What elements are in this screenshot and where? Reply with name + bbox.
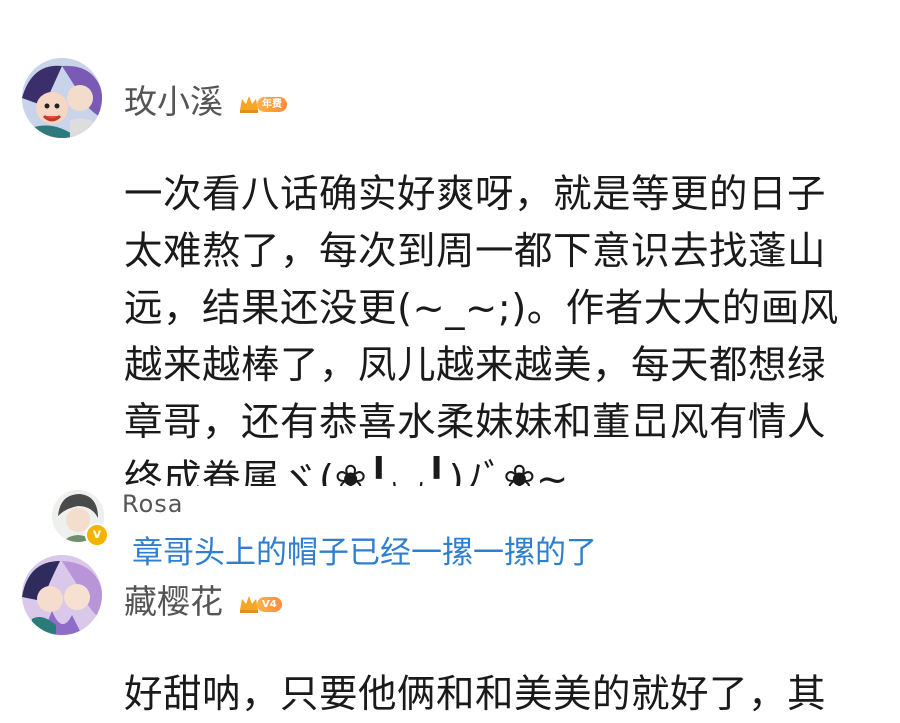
user-avatar[interactable] (22, 58, 102, 138)
reply-username[interactable]: Rosa (122, 490, 184, 518)
comment-body: 好甜呐，只要他俩和和美美的就好了，其 (124, 672, 827, 717)
level-badge: V4 (238, 594, 282, 614)
reply-text-link[interactable]: 章哥头上的帽子已经一摞一摞的了 (132, 527, 597, 572)
anime-couple-avatar-icon (22, 555, 102, 635)
badge-label: V4 (257, 596, 282, 612)
verified-badge: v (85, 523, 109, 547)
comment-username[interactable]: 藏樱花 (124, 582, 223, 622)
comment-username[interactable]: 玫小溪 (124, 82, 223, 122)
membership-badge: 年费 (238, 94, 287, 114)
anime-couple-avatar-icon (22, 58, 102, 138)
comment-body: 一次看八话确实好爽呀，就是等更的日子太难熬了，每次到周一都下意识去找蓬山远，结果… (124, 172, 839, 486)
badge-label: 年费 (257, 96, 287, 112)
user-avatar[interactable] (22, 555, 102, 635)
